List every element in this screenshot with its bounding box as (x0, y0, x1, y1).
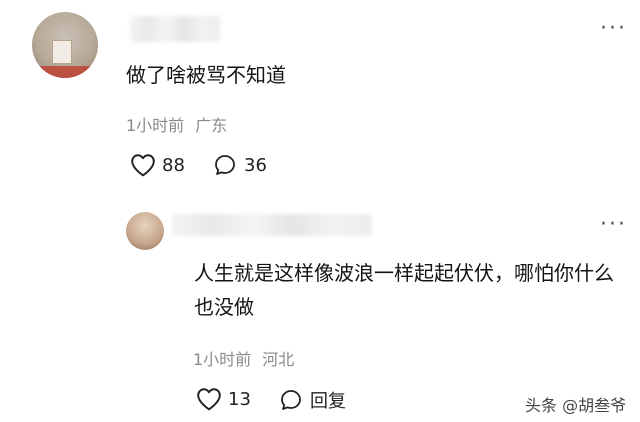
heart-outline-icon (131, 154, 155, 177)
blurred-username (130, 16, 220, 42)
comment-location: 河北 (262, 350, 295, 369)
comment-meta: 1小时前 河北 (193, 346, 300, 370)
like-button[interactable]: 13 (196, 387, 251, 411)
speech-bubble-icon (281, 390, 301, 410)
like-count: 13 (228, 388, 251, 410)
more-dots-icon[interactable]: ··· (600, 214, 627, 236)
like-count: 88 (162, 154, 185, 176)
like-button[interactable]: 88 (130, 153, 185, 177)
avatar[interactable] (32, 12, 98, 78)
comment-meta: 1小时前 广东 (126, 112, 233, 136)
avatar[interactable] (126, 212, 164, 250)
comment-text: 人生就是这样像波浪一样起起伏伏，哪怕你什么也没做 (194, 261, 614, 319)
comment-text: 做了啥被骂不知道 (126, 63, 286, 87)
comment-time: 1小时前 (193, 350, 252, 369)
speech-bubble-icon (215, 155, 235, 175)
watermark: 头条 @胡叁爷 (525, 396, 627, 415)
reply-count: 36 (244, 154, 267, 176)
reply-button[interactable]: 回复 (278, 387, 346, 413)
blurred-username (172, 214, 372, 236)
comment-time: 1小时前 (126, 116, 185, 135)
reply-button[interactable]: 36 (212, 153, 267, 177)
more-dots-icon[interactable]: ··· (600, 18, 627, 40)
heart-outline-icon (197, 388, 221, 411)
comment-location: 广东 (195, 116, 228, 135)
reply-label: 回复 (310, 391, 346, 412)
